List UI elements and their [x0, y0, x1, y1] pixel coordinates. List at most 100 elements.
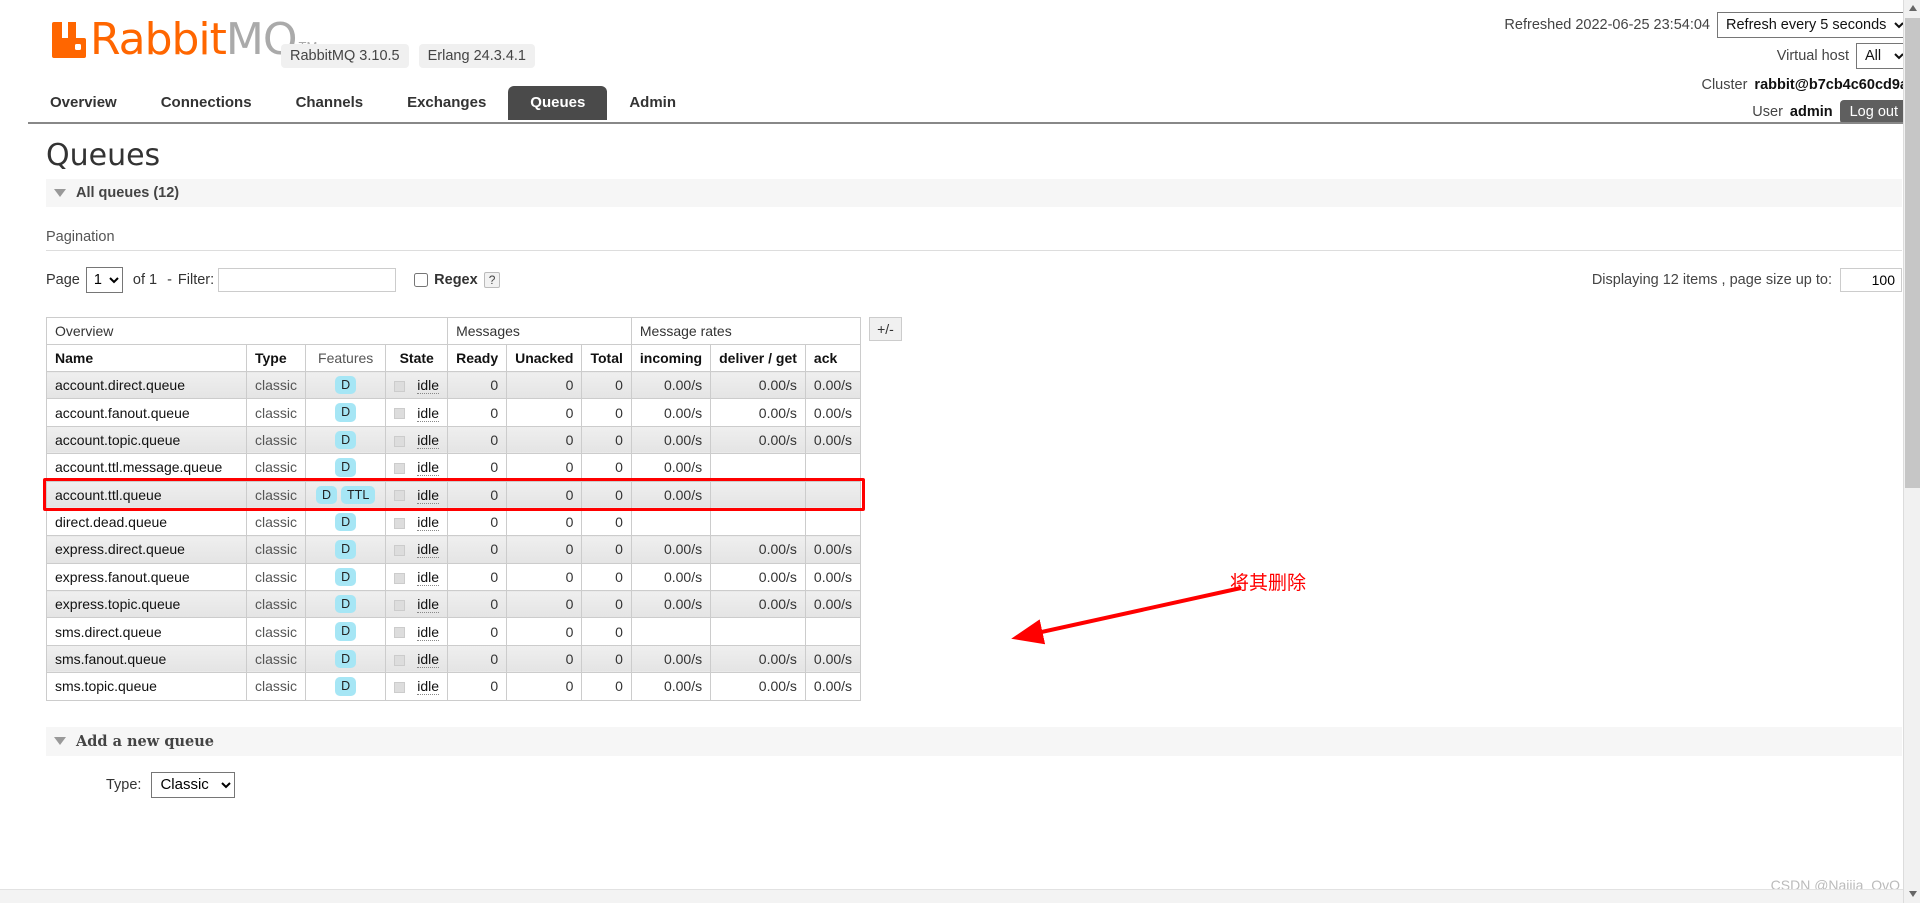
- queue-name-link[interactable]: account.direct.queue: [46, 370, 247, 400]
- table-row[interactable]: account.fanout.queue classic Didle 0 0 0 0.00/…: [46, 398, 862, 427]
- queue-total-count: 0: [581, 507, 632, 537]
- queue-total-count: 0: [581, 398, 632, 427]
- queue-ready-count: 0: [447, 535, 508, 564]
- queue-type: classic: [245, 453, 307, 482]
- queue-total-count: 0: [581, 672, 632, 701]
- table-row[interactable]: express.topic.queue classic Didle 0 0 0 0.00/s…: [46, 589, 862, 619]
- state-indicator-icon: [394, 627, 406, 639]
- table-row[interactable]: sms.fanout.queue classic Didle 0 0 0 0.00/s 0.0…: [46, 644, 862, 674]
- table-row[interactable]: sms.topic.queue classic Didle 0 0 0 0.00/s 0.00…: [46, 672, 862, 701]
- queue-deliver-get-rate: 0.00/s: [710, 398, 806, 427]
- rabbitmq-logo[interactable]: RabbitMQ TM: [52, 18, 317, 62]
- queue-type-select[interactable]: Classic: [151, 771, 236, 798]
- queue-name-link[interactable]: account.topic.queue: [46, 425, 247, 455]
- all-queues-section-header[interactable]: All queues (12): [46, 179, 1902, 207]
- page-number-select[interactable]: 1: [85, 267, 123, 293]
- table-row[interactable]: direct.dead.queue classic Didle 0 0 0: [46, 507, 862, 537]
- vertical-scrollbar[interactable]: [1903, 0, 1920, 903]
- column-header-ready[interactable]: Ready: [447, 344, 508, 372]
- horizontal-scrollbar[interactable]: [0, 889, 1903, 903]
- tab-queues[interactable]: Queues: [508, 86, 608, 120]
- state-indicator-icon: [394, 654, 406, 666]
- queue-name-link[interactable]: express.direct.queue: [46, 535, 247, 564]
- table-row[interactable]: account.ttl.queue classic D TTL idle 0 0 0 0.00/…: [46, 480, 862, 509]
- vhost-row: Virtual host All: [1504, 43, 1908, 69]
- queue-name-link[interactable]: express.topic.queue: [46, 589, 247, 619]
- vhost-select[interactable]: All: [1856, 43, 1908, 69]
- queue-features: D: [305, 672, 387, 701]
- table-row[interactable]: express.fanout.queue classic Didle 0 0 0 0.00/…: [46, 562, 862, 592]
- queue-unacked-count: 0: [506, 480, 583, 509]
- queue-total-count: 0: [581, 370, 632, 400]
- queue-state: idle: [385, 535, 449, 564]
- column-header-unacked[interactable]: Unacked: [506, 344, 583, 372]
- annotation-text: 将其删除: [1230, 572, 1307, 594]
- queue-type: classic: [245, 617, 307, 646]
- queue-state: idle: [385, 507, 449, 537]
- column-header-type[interactable]: Type: [245, 344, 307, 372]
- filter-input[interactable]: [218, 268, 397, 292]
- column-header-incoming[interactable]: incoming: [630, 344, 712, 372]
- tab-exchanges[interactable]: Exchanges: [385, 86, 508, 120]
- column-header-state[interactable]: State: [385, 344, 449, 372]
- feature-badge-d: D: [335, 376, 357, 395]
- queue-name-link[interactable]: express.fanout.queue: [46, 562, 247, 592]
- scrollbar-thumb[interactable]: [1905, 18, 1920, 488]
- regex-help-icon[interactable]: ?: [483, 272, 501, 288]
- table-row[interactable]: account.topic.queue classic Didle 0 0 0 0.00/s…: [46, 425, 862, 455]
- queue-name-link[interactable]: sms.topic.queue: [46, 672, 247, 701]
- feature-badge-d: D: [335, 540, 357, 559]
- tab-connections[interactable]: Connections: [139, 86, 274, 120]
- regex-checkbox[interactable]: [414, 273, 429, 287]
- page-size-input[interactable]: [1840, 268, 1902, 292]
- column-header-ack[interactable]: ack: [804, 344, 862, 372]
- refresh-interval-select[interactable]: Refresh every 5 seconds: [1717, 12, 1908, 38]
- state-indicator-icon: [394, 572, 406, 584]
- queue-unacked-count: 0: [506, 617, 583, 646]
- queue-deliver-get-rate: [710, 507, 806, 537]
- column-header-name[interactable]: Name: [46, 344, 247, 372]
- refreshed-timestamp: Refreshed 2022-06-25 23:54:04: [1504, 17, 1710, 33]
- tab-label: Channels: [295, 94, 364, 111]
- queue-name-link[interactable]: account.fanout.queue: [46, 398, 247, 427]
- add-queue-section-header[interactable]: Add a new queue: [46, 726, 1902, 756]
- queue-ready-count: 0: [447, 507, 508, 537]
- column-header-deliver-get[interactable]: deliver / get: [710, 344, 806, 372]
- queue-name-link[interactable]: account.ttl.message.queue: [46, 453, 247, 482]
- queue-deliver-get-rate: 0.00/s: [710, 535, 806, 564]
- queue-incoming-rate: 0.00/s: [630, 425, 712, 455]
- queue-features: D: [305, 562, 387, 592]
- table-row[interactable]: sms.direct.queue classic Didle 0 0 0: [46, 617, 862, 646]
- toggle-columns-button[interactable]: +/-: [869, 317, 902, 341]
- state-indicator-icon: [394, 463, 406, 475]
- tab-label: Exchanges: [407, 94, 487, 111]
- column-header-total[interactable]: Total: [581, 344, 632, 372]
- queue-type: classic: [245, 370, 307, 400]
- scroll-up-arrow-icon[interactable]: [1904, 0, 1920, 17]
- column-header-features[interactable]: Features: [305, 344, 387, 372]
- queue-state: idle: [385, 562, 449, 592]
- queue-name-link[interactable]: direct.dead.queue: [46, 507, 247, 537]
- queue-name-link[interactable]: sms.direct.queue: [46, 617, 247, 646]
- table-row[interactable]: express.direct.queue classic Didle 0 0 0 0.00/…: [46, 535, 862, 564]
- queue-unacked-count: 0: [506, 562, 583, 592]
- table-row[interactable]: account.ttl.message.queue classic Didle 0 0 0…: [46, 453, 862, 482]
- vhost-label: Virtual host: [1776, 48, 1849, 64]
- queue-type: classic: [245, 589, 307, 619]
- queue-name-link[interactable]: account.ttl.queue: [46, 480, 247, 509]
- queue-incoming-rate: 0.00/s: [630, 398, 712, 427]
- queue-ack-rate: 0.00/s: [804, 562, 862, 592]
- scroll-down-arrow-icon[interactable]: [1904, 886, 1920, 903]
- tab-channels[interactable]: Channels: [274, 86, 386, 120]
- queue-ready-count: 0: [447, 480, 508, 509]
- queue-features: D: [305, 425, 387, 455]
- queue-type: classic: [245, 425, 307, 455]
- tab-overview[interactable]: Overview: [28, 86, 139, 120]
- queue-type: classic: [245, 507, 307, 537]
- tab-admin[interactable]: Admin: [607, 86, 698, 120]
- queue-name-link[interactable]: sms.fanout.queue: [46, 644, 247, 674]
- table-row[interactable]: account.direct.queue classic Didle 0 0 0 0.00/…: [46, 370, 862, 400]
- tab-label: Admin: [629, 94, 676, 111]
- queue-total-count: 0: [581, 644, 632, 674]
- badge-rabbitmq-version: RabbitMQ 3.10.5: [281, 44, 409, 68]
